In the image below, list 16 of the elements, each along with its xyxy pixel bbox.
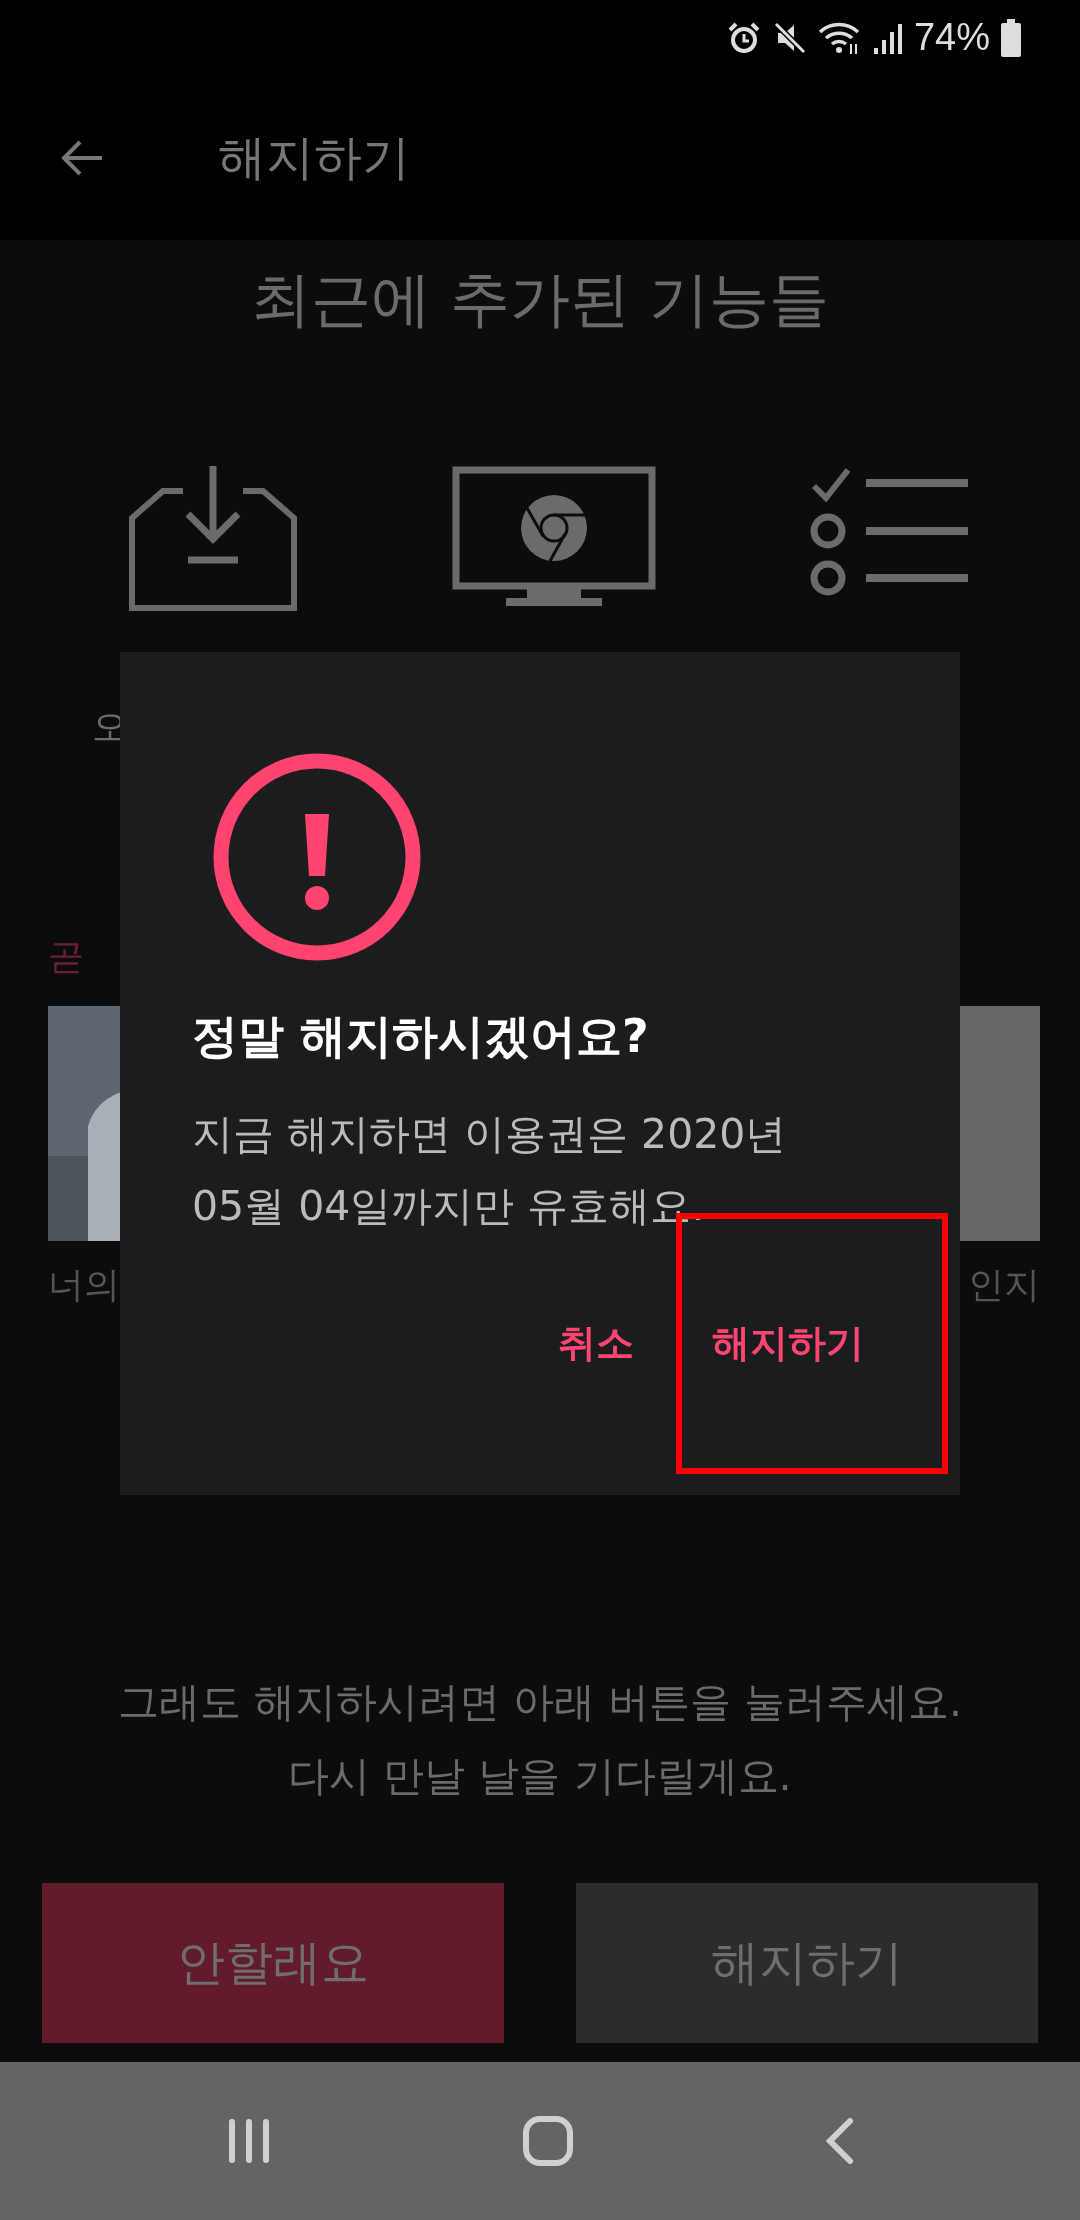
section-title: 최근에 추가된 기능들 [249,263,831,336]
page-title: 해지하기 [218,127,410,187]
download-tray-icon [128,466,298,611]
poster-caption: 너의 [48,1263,120,1307]
poster-caption: 인지 [968,1263,1040,1307]
footer-message: 그래도 해지하시려면 아래 버튼을 눌러주세요. 다시 만날 날을 기다릴게요. [116,1677,964,1802]
battery-level: 74% [913,16,990,59]
dialog-button[interactable]: 취소 [534,1306,658,1381]
dialog-message: 지금 해지하면 이용권은 2020년 05월 04일까지만 유효해요. [192,1109,788,1232]
action-button[interactable]: 해지하기 [576,1883,1038,2043]
alert-icon [212,752,422,962]
battery-icon [1000,18,1022,57]
home-icon[interactable] [522,2115,574,2167]
dialog-title: 정말 해지하시겠어요? [192,1008,650,1065]
section-title: 곧 [47,935,85,979]
dialog-button[interactable]: 해지하기 [688,1306,888,1381]
